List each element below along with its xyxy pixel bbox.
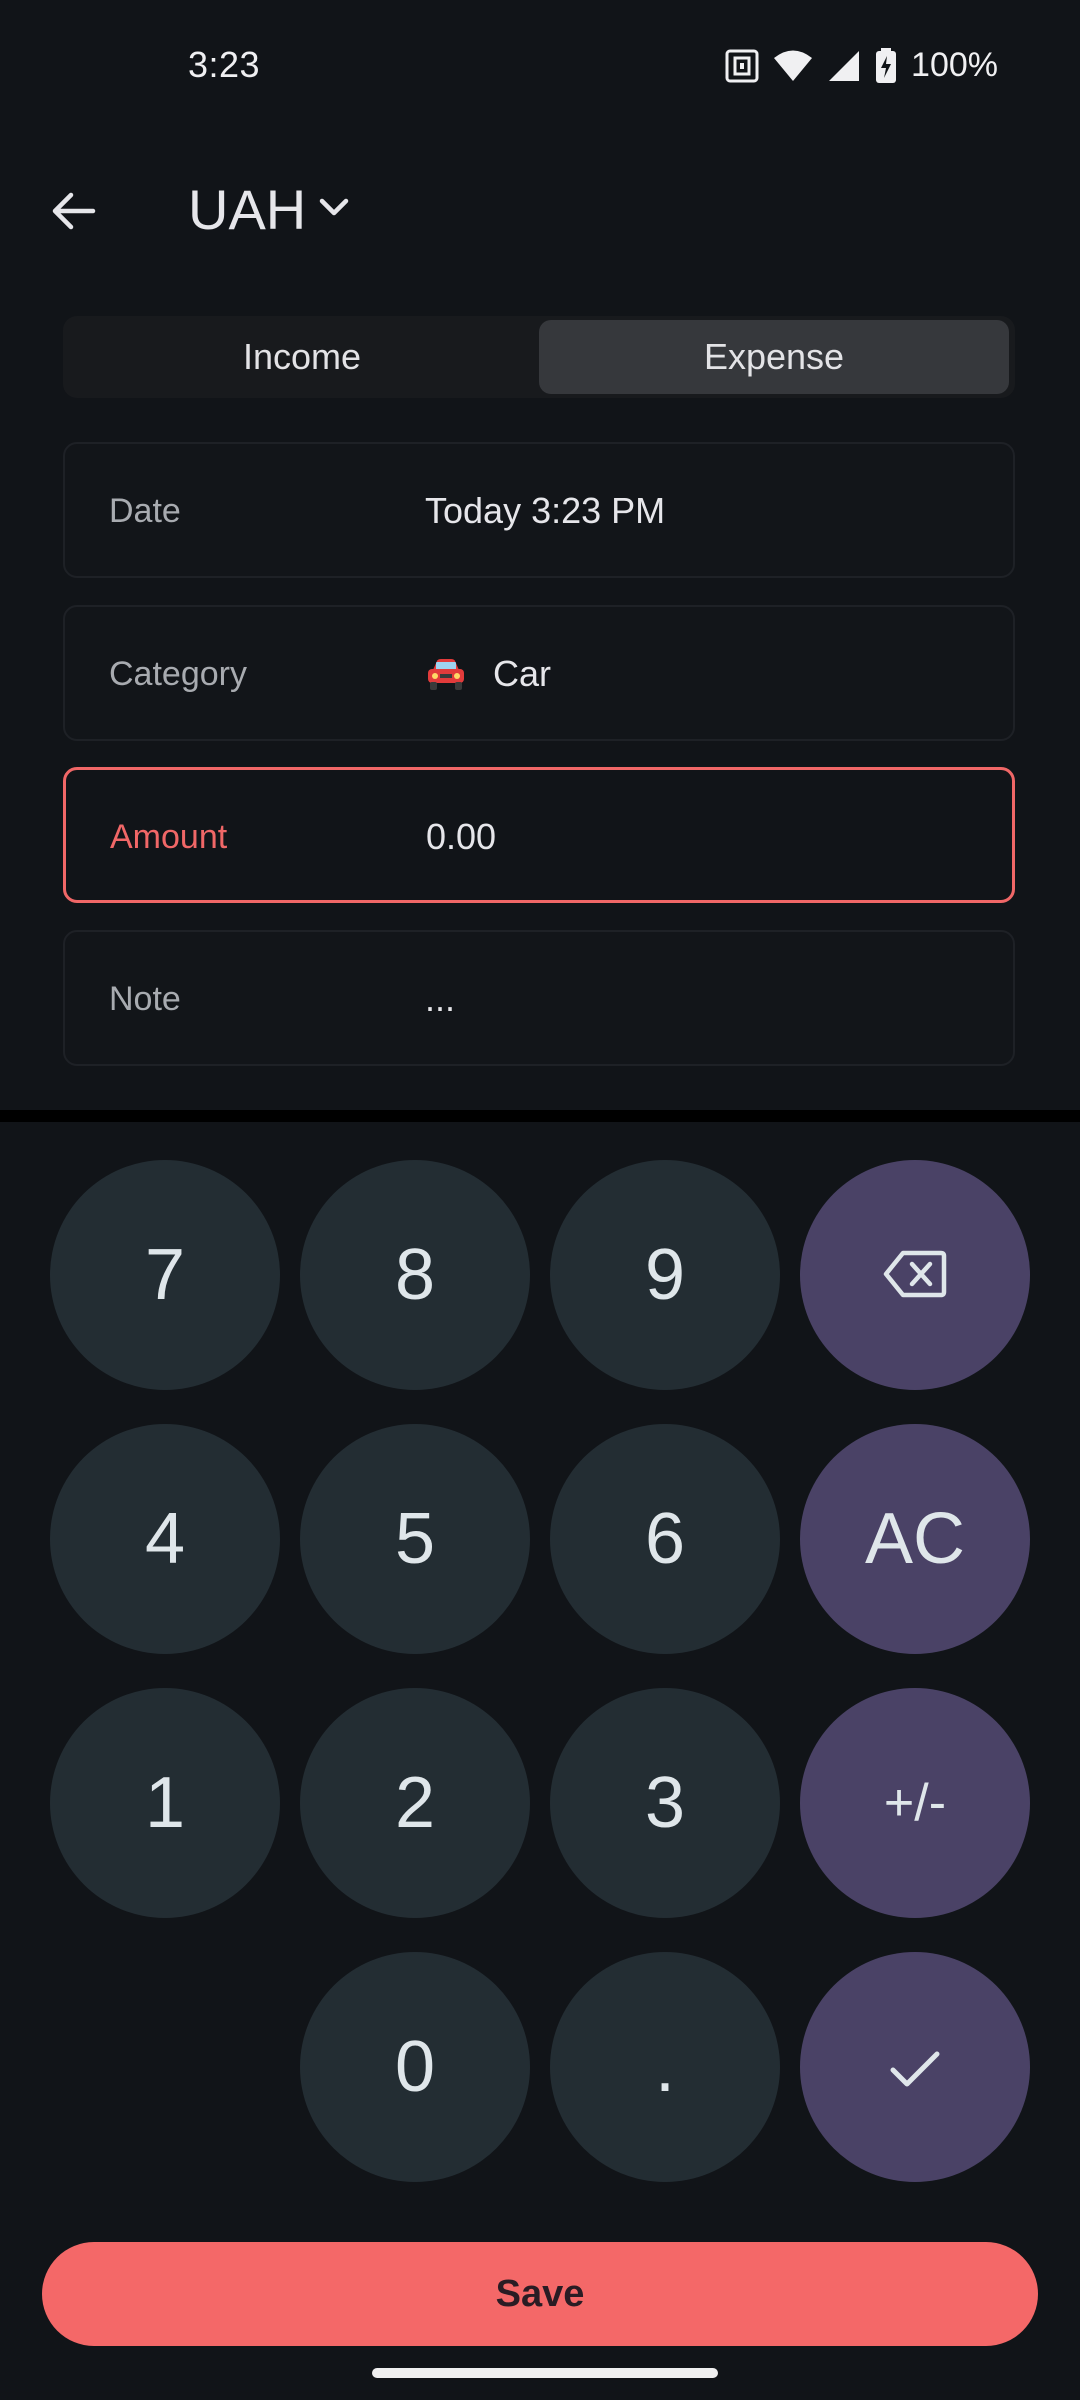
date-field[interactable]: Date Today 3:23 PM — [63, 442, 1015, 578]
key-3[interactable]: 3 — [550, 1688, 780, 1918]
wifi-icon — [773, 49, 813, 83]
status-time: 3:23 — [188, 44, 261, 85]
transaction-type-toggle: Income Expense — [63, 316, 1015, 398]
home-indicator[interactable] — [372, 2368, 718, 2378]
key-7[interactable]: 7 — [50, 1160, 280, 1390]
key-8[interactable]: 8 — [300, 1160, 530, 1390]
currency-selector[interactable]: UAH — [188, 174, 352, 244]
status-bar: 3:23 100% — [0, 0, 1080, 135]
backspace-button[interactable] — [800, 1160, 1030, 1390]
key-1[interactable]: 1 — [50, 1688, 280, 1918]
divider — [0, 1110, 1080, 1122]
amount-value: 0.00 — [426, 816, 497, 857]
note-placeholder: ... — [425, 978, 456, 1019]
note-label: Note — [109, 980, 181, 1018]
battery-charging-icon — [875, 47, 897, 84]
save-button[interactable]: Save — [42, 2242, 1038, 2346]
nfc-icon — [725, 49, 759, 83]
key-6[interactable]: 6 — [550, 1424, 780, 1654]
date-label: Date — [109, 492, 181, 530]
category-value: Car — [493, 653, 552, 694]
note-field[interactable]: Note ... — [63, 930, 1015, 1066]
chevron-down-icon — [316, 189, 352, 230]
check-icon — [888, 2026, 942, 2108]
key-5[interactable]: 5 — [300, 1424, 530, 1654]
key-2[interactable]: 2 — [300, 1688, 530, 1918]
top-app-bar: UAH — [0, 150, 1080, 270]
status-icons: 100% — [725, 46, 998, 85]
toggle-sign-button[interactable]: +/- — [800, 1688, 1030, 1918]
clear-all-button[interactable]: AC — [800, 1424, 1030, 1654]
date-value: Today 3:23 PM — [425, 490, 666, 531]
signal-icon — [827, 49, 861, 83]
currency-label: UAH — [188, 177, 307, 241]
key-9[interactable]: 9 — [550, 1160, 780, 1390]
category-label: Category — [109, 655, 247, 693]
key-4[interactable]: 4 — [50, 1424, 280, 1654]
backspace-icon — [883, 1234, 947, 1316]
amount-label: Amount — [110, 818, 228, 856]
key-decimal[interactable]: . — [550, 1952, 780, 2182]
key-0[interactable]: 0 — [300, 1952, 530, 2182]
expense-tab[interactable]: Expense — [539, 320, 1009, 394]
category-value-group: Car — [425, 653, 551, 695]
category-field[interactable]: Category Car — [63, 605, 1015, 741]
car-icon — [425, 656, 467, 692]
arrow-left-icon — [49, 187, 97, 240]
income-tab[interactable]: Income — [67, 320, 537, 394]
amount-field[interactable]: Amount 0.00 — [63, 767, 1015, 903]
battery-percentage: 100% — [911, 46, 998, 84]
back-button[interactable] — [40, 180, 106, 246]
confirm-button[interactable] — [800, 1952, 1030, 2182]
